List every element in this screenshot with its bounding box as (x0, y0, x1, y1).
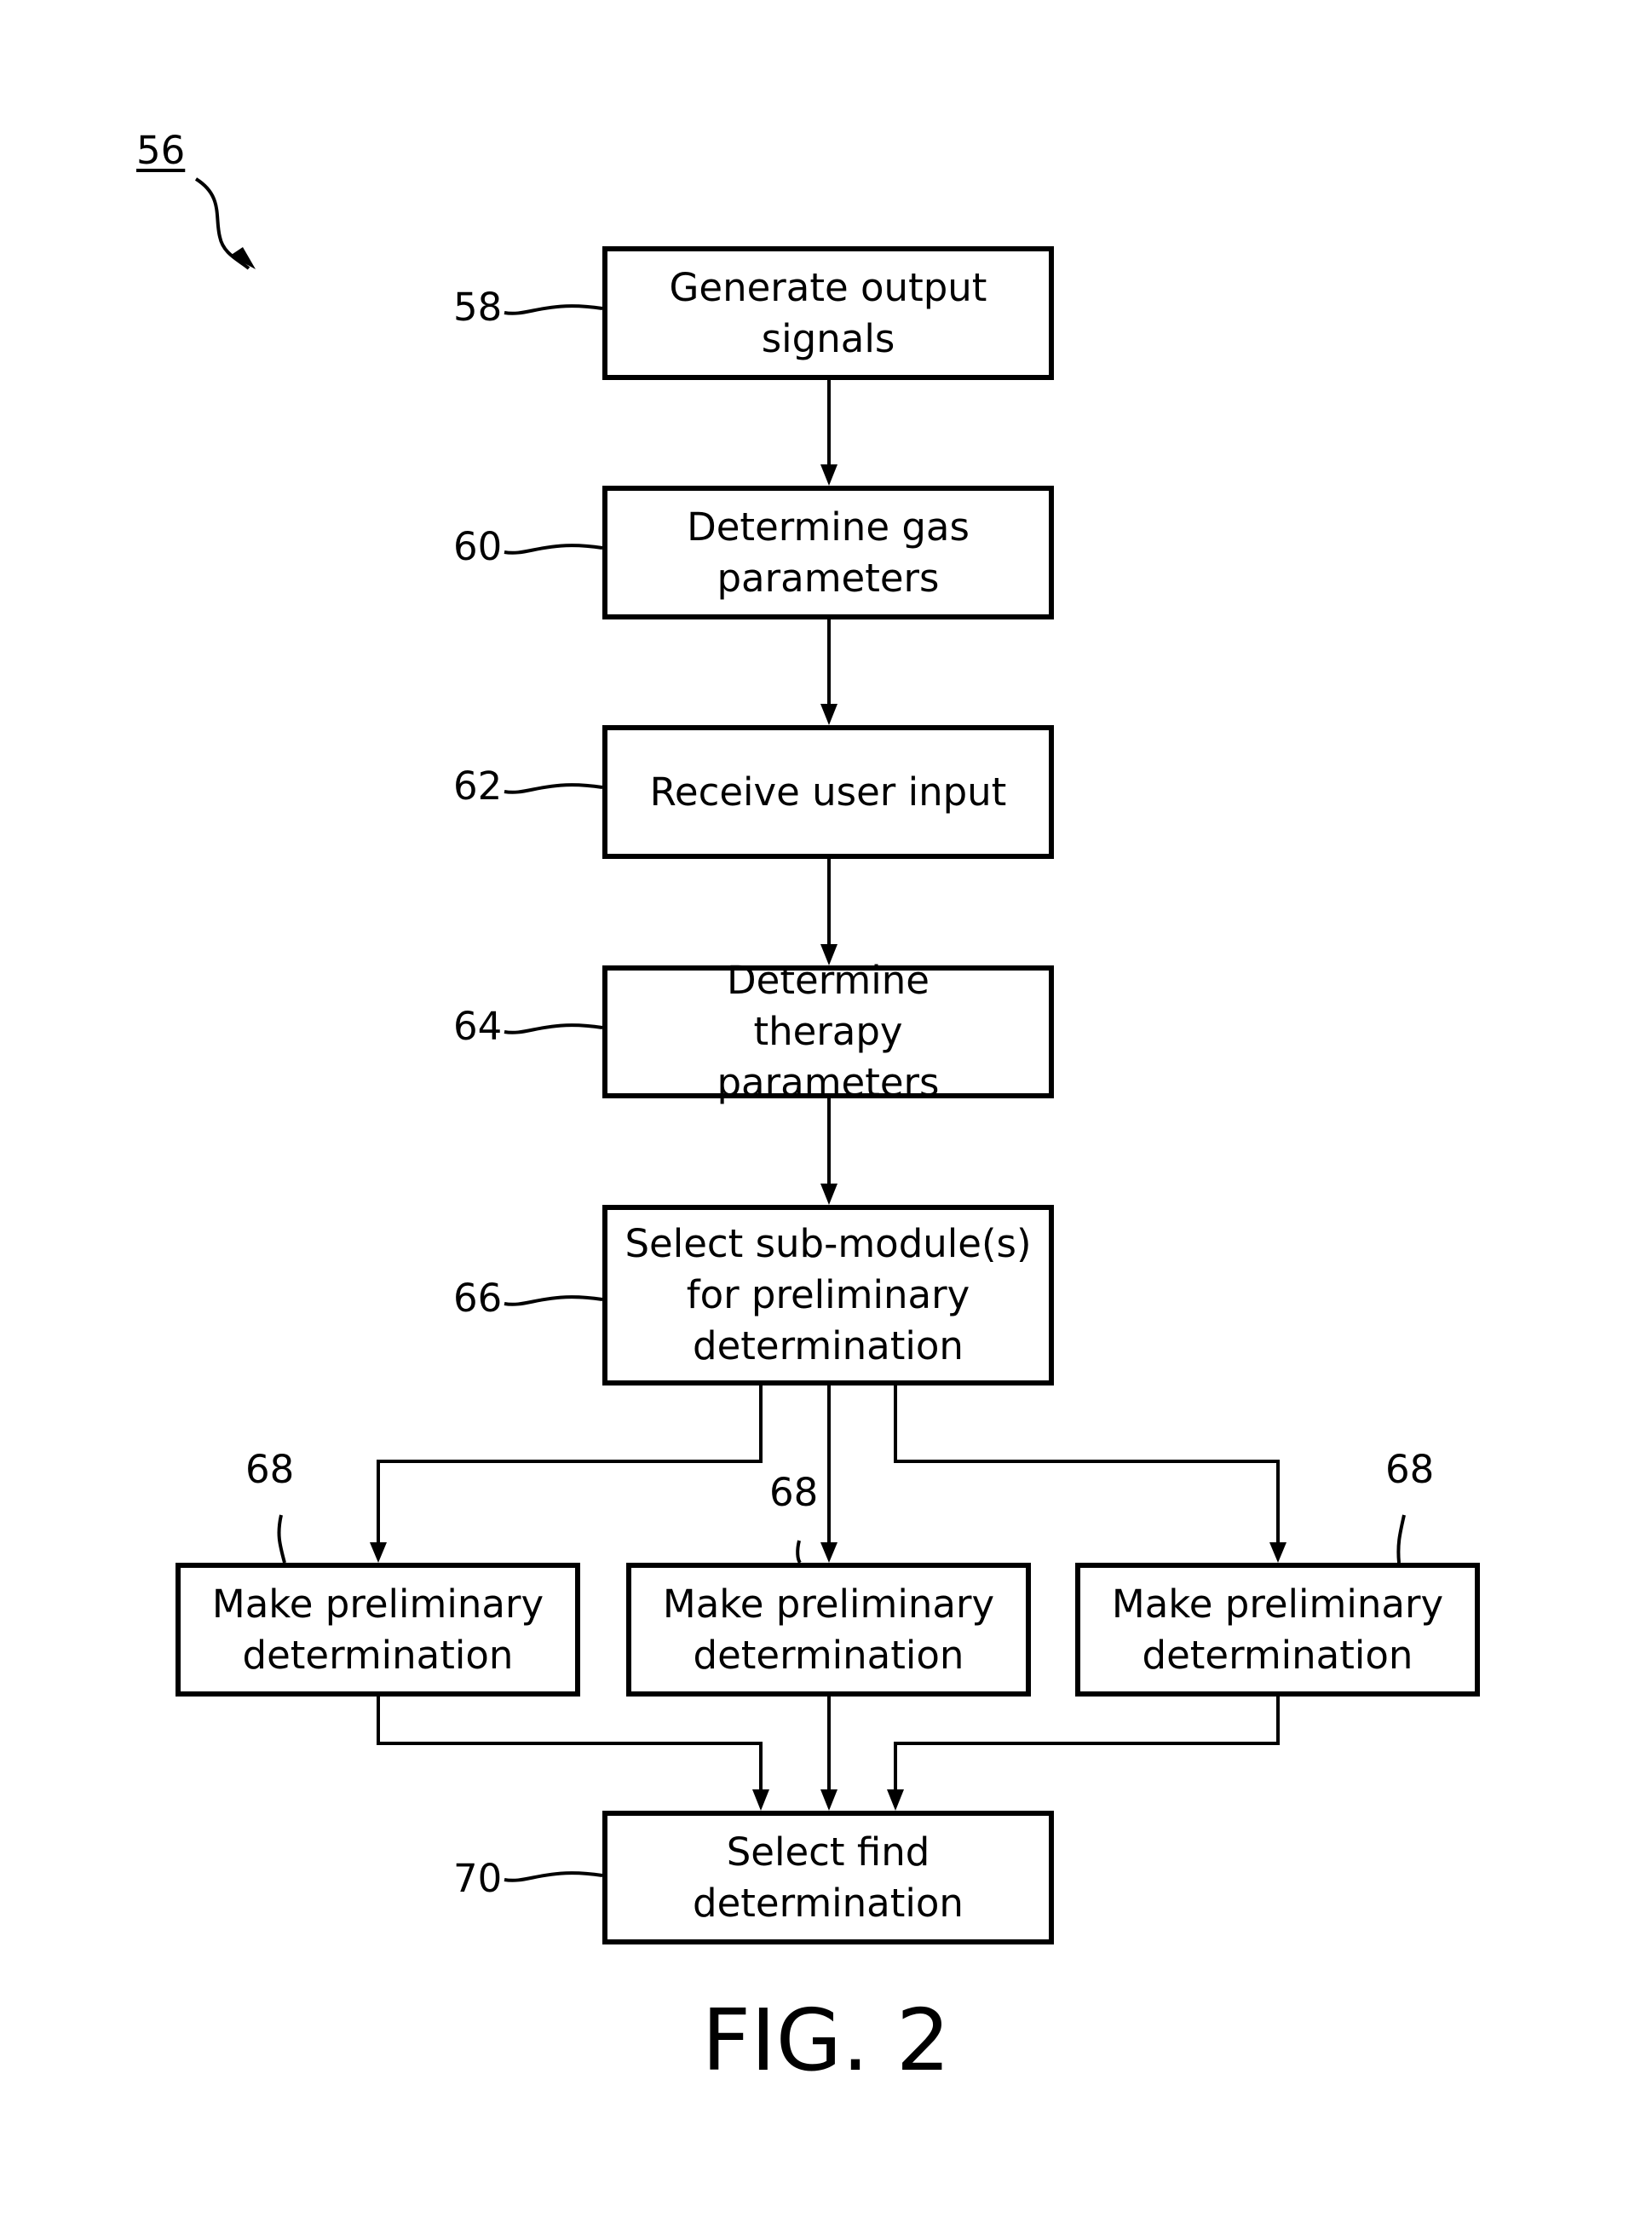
step-ref-66: 66 (453, 1276, 503, 1321)
leader-58 (504, 304, 603, 315)
prelim-ref-left: 68 (245, 1447, 295, 1492)
arrowhead-prelim-left (370, 1542, 387, 1563)
merge-right (894, 1697, 1280, 1789)
leader-68-right (1396, 1514, 1406, 1564)
leader-62 (504, 783, 603, 794)
step-label: Generate output signals (669, 264, 987, 361)
merge-left (377, 1697, 763, 1789)
arrowhead-final-left (752, 1789, 769, 1811)
step-label: Determine gas parameters (687, 504, 970, 601)
step-ref-60: 60 (453, 524, 503, 569)
branch-left (377, 1386, 763, 1542)
prelim-box-left: Make preliminary determination (176, 1563, 580, 1697)
step-box-receive-user-input: Receive user input (602, 725, 1054, 859)
branch-right (894, 1386, 1280, 1542)
final-label: Select find determination (693, 1829, 964, 1926)
arrowhead-60 (820, 464, 838, 486)
figure-reference-number: 56 (136, 128, 186, 173)
leader-68-center (796, 1540, 802, 1564)
step-label: Select sub-module(s) for preliminary det… (625, 1221, 1032, 1368)
prelim-box-center: Make preliminary determination (626, 1563, 1031, 1697)
figure-caption: FIG. 2 (701, 1990, 951, 2090)
leader-64 (504, 1023, 603, 1034)
step-box-select-sub-modules: Select sub-module(s) for preliminary det… (602, 1205, 1054, 1386)
leader-68-left (277, 1514, 286, 1564)
arrowhead-final-right (887, 1789, 904, 1811)
step-label: Receive user input (649, 769, 1007, 815)
prelim-ref-right: 68 (1385, 1447, 1435, 1492)
arrowhead-prelim-center (820, 1542, 838, 1563)
arrowhead-prelim-right (1269, 1542, 1286, 1563)
step-box-generate-output-signals: Generate output signals (602, 246, 1054, 380)
step-box-determine-therapy-parameters: Determine therapy parameters (602, 958, 1054, 1105)
final-ref-70: 70 (453, 1856, 503, 1901)
leader-60 (504, 544, 603, 555)
prelim-ref-center: 68 (769, 1470, 819, 1515)
leader-66 (504, 1295, 603, 1306)
prelim-label: Make preliminary determination (1111, 1581, 1444, 1678)
step-ref-62: 62 (453, 763, 503, 809)
step-box-determine-gas-parameters: Determine gas parameters (602, 486, 1054, 619)
step-ref-64: 64 (453, 1004, 503, 1049)
arrowhead-62 (820, 704, 838, 725)
arrowhead-66 (820, 1184, 838, 1205)
prelim-label: Make preliminary determination (662, 1581, 995, 1678)
leader-70 (504, 1871, 603, 1882)
arrowhead-final-center (820, 1789, 838, 1811)
prelim-box-right: Make preliminary determination (1075, 1563, 1480, 1697)
step-label: Determine therapy parameters (717, 958, 940, 1105)
final-box-select-find-determination: Select find determination (602, 1811, 1054, 1944)
step-ref-58: 58 (453, 285, 503, 330)
prelim-label: Make preliminary determination (211, 1581, 544, 1678)
